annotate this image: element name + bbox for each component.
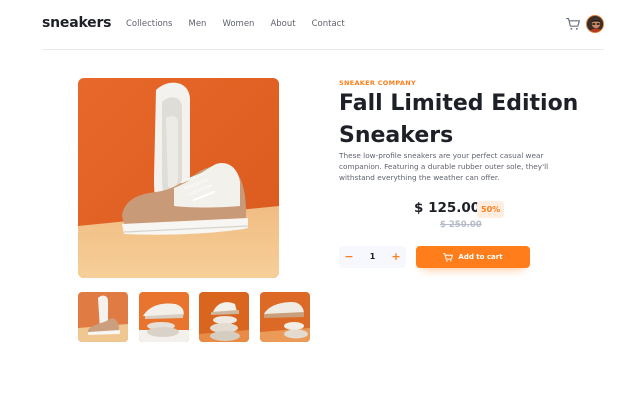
product-description: These low-profile sneakers are your perf… [339, 151, 549, 182]
thumbnail-strip [78, 292, 320, 342]
thumbnail-3-image [199, 292, 249, 342]
sneaker-photo [78, 78, 279, 278]
avatar-image [587, 16, 603, 32]
cart-icon[interactable] [566, 17, 580, 31]
main-product-image[interactable] [78, 78, 279, 278]
original-price: $ 250.00 [440, 220, 482, 230]
quantity-value: 1 [369, 252, 376, 261]
thumbnail-2[interactable] [138, 292, 189, 342]
nav-men[interactable]: Men [188, 19, 206, 29]
logo[interactable]: sneakers [42, 15, 112, 31]
nav-women[interactable]: Women [222, 19, 254, 29]
site-header: sneakers Collections Men Women About Con… [42, 0, 604, 50]
thumbnail-1-image [78, 292, 128, 342]
thumbnail-4-image [259, 292, 310, 342]
plus-icon[interactable]: + [386, 246, 406, 268]
product-title: Fall Limited Edition Sneakers [339, 91, 579, 148]
add-to-cart-button[interactable]: Add to cart [416, 246, 530, 268]
cart-icon [443, 252, 454, 262]
thumbnail-1[interactable] [78, 292, 128, 342]
nav-collections[interactable]: Collections [126, 19, 172, 29]
user-avatar[interactable] [586, 15, 604, 33]
thumbnail-4[interactable] [259, 292, 310, 342]
nav-about[interactable]: About [270, 19, 295, 29]
minus-icon[interactable]: − [339, 246, 359, 268]
add-to-cart-label: Add to cart [458, 253, 503, 261]
discount-badge: 50% [477, 201, 505, 218]
nav-contact[interactable]: Contact [312, 19, 345, 29]
thumbnail-2-image [138, 292, 189, 342]
quantity-stepper: − 1 + [339, 246, 406, 268]
current-price: $ 125.00 [414, 200, 481, 216]
thumbnail-3[interactable] [199, 292, 249, 342]
main-nav: Collections Men Women About Contact [126, 19, 361, 29]
company-name: SNEAKER COMPANY [339, 79, 416, 87]
